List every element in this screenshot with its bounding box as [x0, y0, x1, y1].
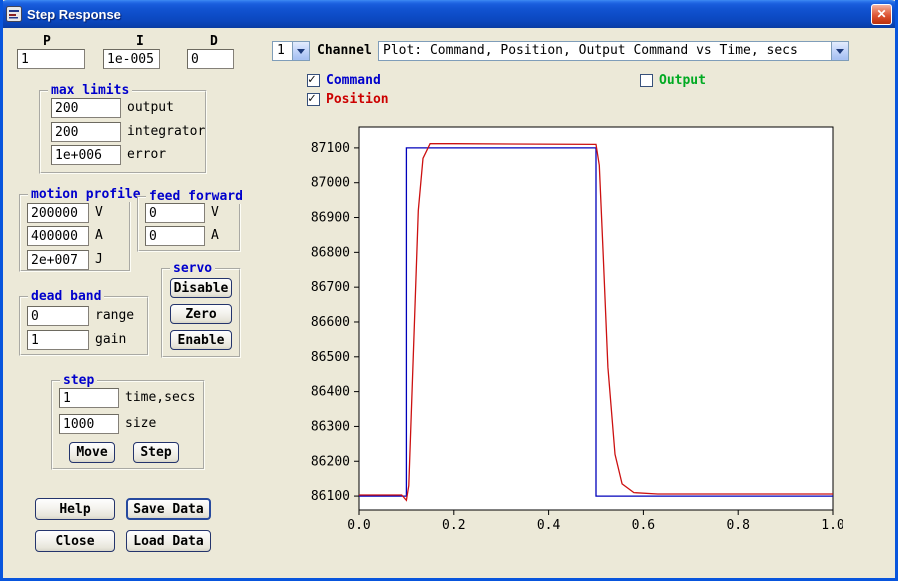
svg-text:86400: 86400	[311, 385, 350, 400]
dead-band-range-label: range	[95, 306, 134, 326]
move-button[interactable]: Move	[69, 442, 115, 463]
feed-forward-group: feed forward V A	[137, 196, 241, 252]
svg-text:0.0: 0.0	[347, 518, 370, 533]
close-icon: ✕	[876, 7, 886, 21]
svg-text:86600: 86600	[311, 315, 350, 330]
channel-selected-value: 1	[273, 42, 292, 60]
acceleration-input[interactable]	[27, 226, 89, 246]
servo-group: servo Disable Zero Enable	[161, 268, 241, 358]
svg-text:0.2: 0.2	[442, 518, 465, 533]
svg-text:86800: 86800	[311, 245, 350, 260]
command-checkbox-label: Command	[326, 73, 381, 89]
max-limits-group: max limits output integrator error	[39, 90, 207, 174]
svg-text:1.0: 1.0	[821, 518, 843, 533]
enable-button[interactable]: Enable	[170, 330, 232, 350]
step-button[interactable]: Step	[133, 442, 179, 463]
d-label: D	[210, 34, 218, 50]
acceleration-label: A	[95, 226, 103, 246]
svg-text:86300: 86300	[311, 419, 350, 434]
svg-text:86900: 86900	[311, 211, 350, 226]
svg-text:86500: 86500	[311, 350, 350, 365]
close-button[interactable]: ✕	[871, 4, 892, 25]
servo-group-title: servo	[170, 261, 215, 276]
close-window-button[interactable]: Close	[35, 530, 115, 552]
dead-band-group-title: dead band	[28, 289, 104, 304]
step-time-label: time,secs	[125, 388, 195, 408]
ff-acceleration-label: A	[211, 226, 219, 246]
velocity-label: V	[95, 203, 103, 223]
plot-mode-selected-value: Plot: Command, Position, Output Command …	[379, 42, 831, 60]
max-output-input[interactable]	[51, 98, 121, 118]
svg-text:87100: 87100	[311, 141, 350, 156]
channel-select[interactable]: 1	[272, 41, 310, 61]
plot-canvas: 86100 86200 86300 86400 86500 86600 86700 86800…	[298, 120, 843, 540]
svg-text:86700: 86700	[311, 280, 350, 295]
max-integrator-input[interactable]	[51, 122, 121, 142]
max-integrator-label: integrator	[127, 122, 205, 142]
jerk-input[interactable]	[27, 250, 89, 270]
i-input[interactable]	[103, 49, 160, 69]
channel-dropdown-arrow-icon[interactable]	[292, 42, 309, 60]
ff-acceleration-input[interactable]	[145, 226, 205, 246]
position-checkbox-label: Position	[326, 92, 389, 108]
step-size-input[interactable]	[59, 414, 119, 434]
load-data-button[interactable]: Load Data	[126, 530, 211, 552]
step-response-plot: 86100 86200 86300 86400 86500 86600 86700 86800…	[298, 120, 843, 540]
step-size-label: size	[125, 414, 156, 434]
window-title: Step Response	[27, 7, 121, 22]
position-checkbox[interactable]	[307, 93, 320, 106]
dead-band-gain-label: gain	[95, 330, 126, 350]
step-group: step time,secs size Move Step	[51, 380, 205, 470]
svg-text:0.4: 0.4	[537, 518, 561, 533]
output-checkbox[interactable]	[640, 74, 653, 87]
dead-band-group: dead band range gain	[19, 296, 149, 356]
dead-band-range-input[interactable]	[27, 306, 89, 326]
ff-velocity-label: V	[211, 203, 219, 223]
max-error-input[interactable]	[51, 145, 121, 165]
svg-text:86100: 86100	[311, 489, 350, 504]
title-bar[interactable]: Step Response ✕	[0, 0, 898, 28]
max-error-label: error	[127, 145, 166, 165]
p-label: P	[43, 34, 51, 50]
svg-text:86200: 86200	[311, 454, 350, 469]
step-group-title: step	[60, 373, 97, 388]
velocity-input[interactable]	[27, 203, 89, 223]
command-checkbox[interactable]	[307, 74, 320, 87]
svg-text:87000: 87000	[311, 176, 350, 191]
zero-button[interactable]: Zero	[170, 304, 232, 324]
motion-profile-group-title: motion profile	[28, 187, 144, 202]
ff-velocity-input[interactable]	[145, 203, 205, 223]
dead-band-gain-input[interactable]	[27, 330, 89, 350]
p-input[interactable]	[17, 49, 85, 69]
i-label: I	[136, 34, 144, 50]
help-button[interactable]: Help	[35, 498, 115, 520]
app-icon[interactable]	[6, 6, 22, 22]
motion-profile-group: motion profile V A J	[19, 194, 131, 272]
jerk-label: J	[95, 250, 103, 270]
svg-text:0.8: 0.8	[726, 518, 749, 533]
step-time-input[interactable]	[59, 388, 119, 408]
max-limits-group-title: max limits	[48, 83, 132, 98]
disable-button[interactable]: Disable	[170, 278, 232, 298]
feed-forward-group-title: feed forward	[146, 189, 246, 204]
plot-mode-select[interactable]: Plot: Command, Position, Output Command …	[378, 41, 849, 61]
channel-label: Channel	[317, 41, 372, 61]
output-checkbox-label: Output	[659, 73, 706, 89]
step-response-window: Step Response ✕ P I D 1 Channel Plot: Co…	[0, 0, 898, 581]
plot-mode-dropdown-arrow-icon[interactable]	[831, 42, 848, 60]
svg-text:0.6: 0.6	[632, 518, 655, 533]
max-output-label: output	[127, 98, 174, 118]
save-data-button[interactable]: Save Data	[126, 498, 211, 520]
d-input[interactable]	[187, 49, 234, 69]
